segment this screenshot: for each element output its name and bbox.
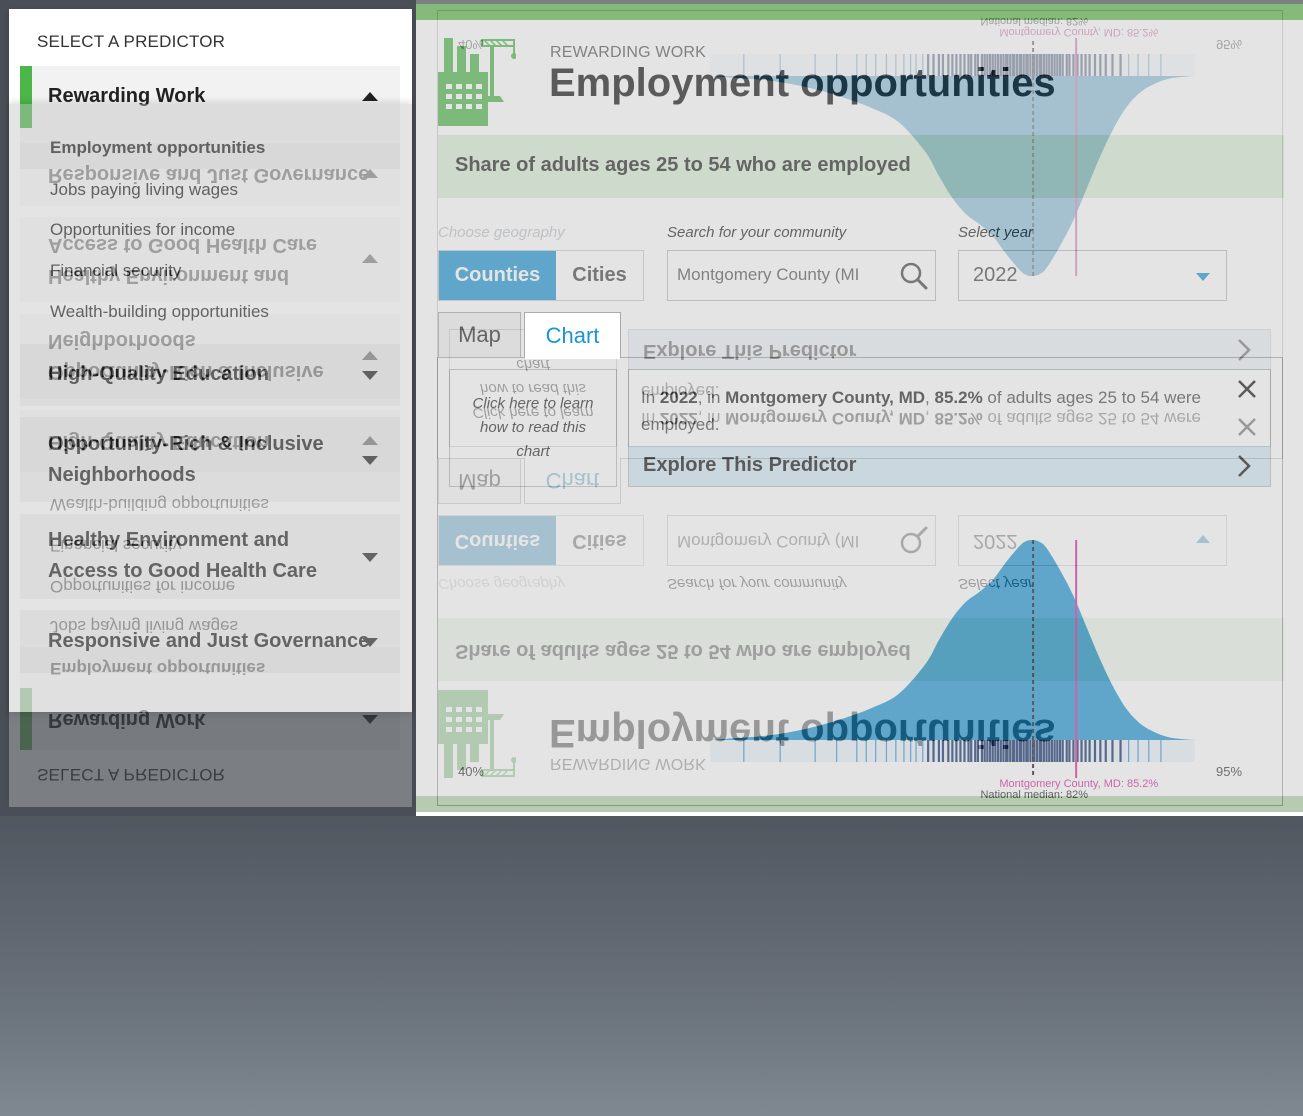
sidebar-title: SELECT A PREDICTOR <box>37 32 226 51</box>
section-eyebrow: REWARDING WORK <box>550 44 706 61</box>
chart-panel: Click here to learn how to read this cha… <box>437 357 1283 806</box>
x-tick-label-min: 40% <box>458 764 484 779</box>
subitem-employment-opportunities[interactable]: Employment opportunities <box>50 138 265 158</box>
year-select[interactable]: 2022 <box>958 250 1227 301</box>
geography-label: Choose geography <box>438 224 565 241</box>
year-label: Select year <box>958 224 1034 241</box>
category-high-quality-education[interactable]: High-Quality Education <box>20 344 400 406</box>
cities-button[interactable]: Cities <box>556 251 643 300</box>
community-search <box>667 250 936 301</box>
category-label: Opportunity-Rich & Inclusive Neighborhoo… <box>48 433 324 486</box>
description-text: Share of adults ages 25 to 54 who are em… <box>455 154 911 176</box>
search-input[interactable] <box>677 265 877 285</box>
category-rewarding-work[interactable]: Rewarding Work <box>20 66 400 128</box>
chevron-down-icon <box>362 456 378 465</box>
caret-down-icon <box>1196 273 1210 281</box>
page-title: Employment opportunities <box>549 61 1056 105</box>
app-canvas: SELECT A PREDICTOR Rewarding Work Employ… <box>0 0 1303 816</box>
top-accent-bar <box>416 4 1303 20</box>
active-category-indicator <box>20 66 32 128</box>
category-label: High-Quality Education <box>48 363 270 385</box>
search-icon[interactable] <box>899 261 929 291</box>
category-label: Healthy Environment and Access to Good H… <box>48 529 317 582</box>
chevron-up-icon <box>362 92 378 101</box>
predictor-sidebar: SELECT A PREDICTOR Rewarding Work Employ… <box>9 9 412 712</box>
category-label: Rewarding Work <box>48 85 206 107</box>
search-label: Search for your community <box>667 224 847 241</box>
tab-map[interactable]: Map <box>438 312 521 358</box>
category-responsive-governance[interactable]: Responsive and Just Governance <box>20 610 400 673</box>
x-tick-label-max: 95% <box>1216 764 1242 779</box>
chevron-down-icon <box>362 553 378 562</box>
geography-toggle: Counties Cities <box>438 250 644 301</box>
category-healthy-environment[interactable]: Healthy Environment and Access to Good H… <box>20 514 400 599</box>
counties-button[interactable]: Counties <box>439 251 556 300</box>
subitem-jobs-living-wages[interactable]: Jobs paying living wages <box>50 180 238 200</box>
tab-chart[interactable]: Chart <box>524 312 621 359</box>
median-marker-label: National median: 82% <box>980 789 1088 801</box>
chevron-down-icon <box>362 371 378 380</box>
category-opportunity-rich-neighborhoods[interactable]: Opportunity-Rich & Inclusive Neighborhoo… <box>20 417 400 502</box>
year-value: 2022 <box>973 264 1018 286</box>
chevron-down-icon <box>362 638 378 647</box>
main-panel: REWARDING WORK Employment opportunities … <box>416 4 1303 816</box>
predictor-description: Share of adults ages 25 to 54 who are em… <box>438 135 1284 198</box>
density-area <box>710 539 1195 740</box>
reflection-fade <box>0 816 1303 1116</box>
factory-crane-icon <box>438 38 516 126</box>
distribution-chart: 40% 95%Montgomery County, MD: 85.2%Nation… <box>458 539 1242 801</box>
subitem-wealth-building[interactable]: Wealth-building opportunities <box>50 302 269 322</box>
category-label: Responsive and Just Governance <box>48 630 370 652</box>
subitem-financial-security[interactable]: Financial security <box>50 261 181 281</box>
subitem-opportunities-income[interactable]: Opportunities for income <box>50 220 235 240</box>
